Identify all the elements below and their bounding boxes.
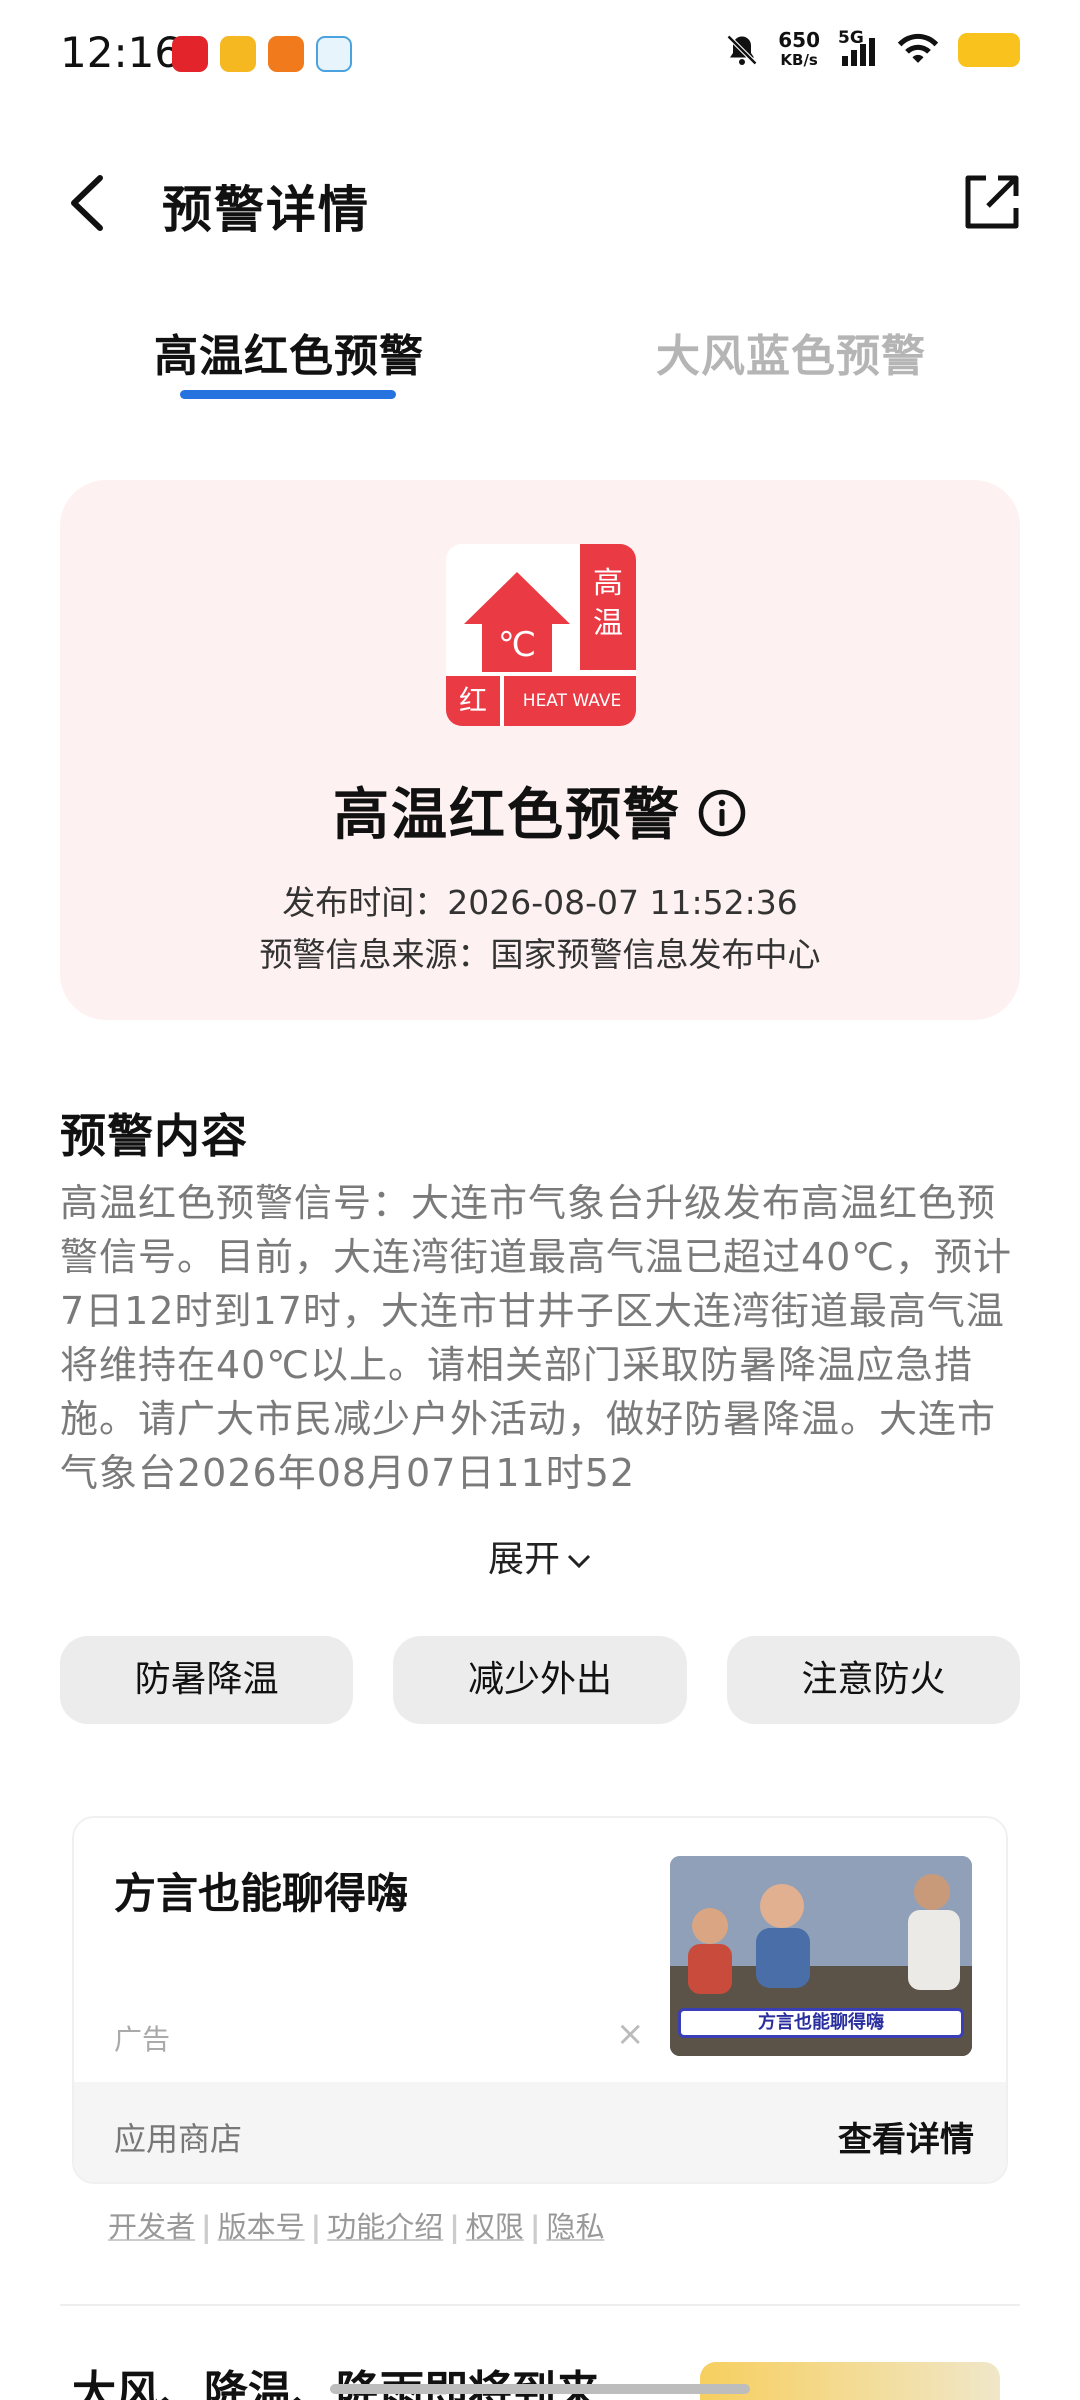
badge-english-label: HEAT WAVE — [522, 691, 622, 711]
signal-icon: 5G — [838, 28, 878, 68]
next-article-thumbnail[interactable] — [700, 2362, 1000, 2400]
warning-summary-card: ℃ 高温 红 HEAT WAVE 高温红色预警 发布时间：2026-08-07 … — [60, 480, 1020, 1020]
warning-content-text: 高温红色预警信号：大连市气象台升级发布高温红色预警信号。目前，大连湾街道最高气温… — [60, 1181, 1013, 1495]
active-tab-indicator — [180, 390, 396, 399]
ad-title: 方言也能聊得嗨 — [114, 1869, 409, 1918]
ad-card[interactable]: 方言也能聊得嗨 广告 × 方言也能聊得嗨 应用商店 查看详情 — [72, 1816, 1008, 2184]
badge-color-word: 红 — [446, 676, 504, 726]
expand-button[interactable]: 展开 — [0, 1530, 1080, 1582]
svg-text:℃: ℃ — [498, 625, 536, 665]
gesture-navigation-bar[interactable] — [330, 2384, 750, 2394]
expand-label: 展开 — [487, 1539, 560, 1580]
back-arrow-icon[interactable] — [64, 172, 114, 234]
link-separator: | — [449, 2210, 460, 2244]
sports-app-icon — [268, 36, 304, 72]
content-heading: 预警内容 — [60, 1109, 248, 1163]
link-separator: | — [310, 2210, 322, 2244]
app-info-links: 开发者 | 版本号 | 功能介绍 | 权限 | 隐私 — [108, 2204, 604, 2246]
battery-icon — [958, 33, 1020, 67]
page-title: 预警详情 — [162, 181, 370, 239]
sunny-app-icon — [220, 36, 256, 72]
status-right: 650 KB/s 5G — [724, 28, 1020, 70]
section-divider — [60, 2304, 1020, 2306]
ad-label: 广告 — [114, 2023, 171, 2056]
tab-heat-red-warning[interactable]: 高温红色预警 — [154, 320, 424, 384]
net-speed: 650 KB/s — [778, 30, 820, 70]
view-details-button[interactable]: 查看详情 — [838, 2112, 974, 2161]
wifi-icon — [897, 33, 939, 63]
ad-thumbnail[interactable]: 方言也能聊得嗨 — [670, 1856, 972, 2056]
link-permissions[interactable]: 权限 — [466, 2210, 524, 2244]
link-features[interactable]: 功能介绍 — [327, 2210, 443, 2244]
link-separator: | — [201, 2210, 212, 2244]
share-icon[interactable] — [960, 172, 1022, 234]
telegram-icon — [316, 36, 352, 72]
tab-wind-blue-warning[interactable]: 大风蓝色预警 — [656, 320, 926, 384]
status-bar: 12:16 650 KB/s 5G — [0, 0, 1080, 110]
notification-icons — [172, 36, 352, 72]
badge-side-label: 高温 — [580, 544, 636, 670]
warning-title: 高温红色预警 — [333, 783, 681, 848]
heat-wave-warning-badge: ℃ 高温 红 HEAT WAVE — [446, 544, 636, 726]
publish-time: 发布时间：2026-08-07 11:52:36 — [282, 883, 798, 922]
status-time: 12:16 — [60, 28, 182, 77]
huawei-health-icon — [172, 36, 208, 72]
info-icon[interactable] — [697, 788, 747, 838]
ad-thumbnail-caption: 方言也能聊得嗨 — [678, 2008, 964, 2038]
link-separator: | — [529, 2210, 541, 2244]
warning-source: 预警信息来源：国家预警信息发布中心 — [259, 935, 821, 974]
link-developer[interactable]: 开发者 — [108, 2210, 195, 2244]
advice-chips: 防暑降温 减少外出 注意防火 — [60, 1636, 1020, 1724]
ad-footer: 应用商店 查看详情 — [74, 2082, 1006, 2182]
net-speed-unit: KB/s — [780, 51, 818, 69]
chevron-down-icon — [567, 1554, 591, 1569]
net-speed-value: 650 — [778, 28, 820, 52]
chip-heat-prevention[interactable]: 防暑降温 — [60, 1636, 354, 1724]
chip-reduce-outings[interactable]: 减少外出 — [393, 1636, 687, 1724]
chip-fire-prevention[interactable]: 注意防火 — [726, 1636, 1020, 1724]
link-privacy[interactable]: 隐私 — [546, 2210, 604, 2244]
mute-bell-icon — [727, 34, 758, 66]
thermometer-house-icon: ℃ — [464, 572, 570, 672]
warning-title-row: 高温红色预警 — [60, 770, 1020, 851]
ad-close-button[interactable]: × — [616, 2014, 645, 2054]
top-app-bar: 预警详情 — [0, 150, 1080, 260]
link-version[interactable]: 版本号 — [218, 2210, 305, 2244]
warning-tabs: 高温红色预警 大风蓝色预警 — [0, 320, 1080, 420]
ad-store-name: 应用商店 — [114, 2120, 243, 2158]
